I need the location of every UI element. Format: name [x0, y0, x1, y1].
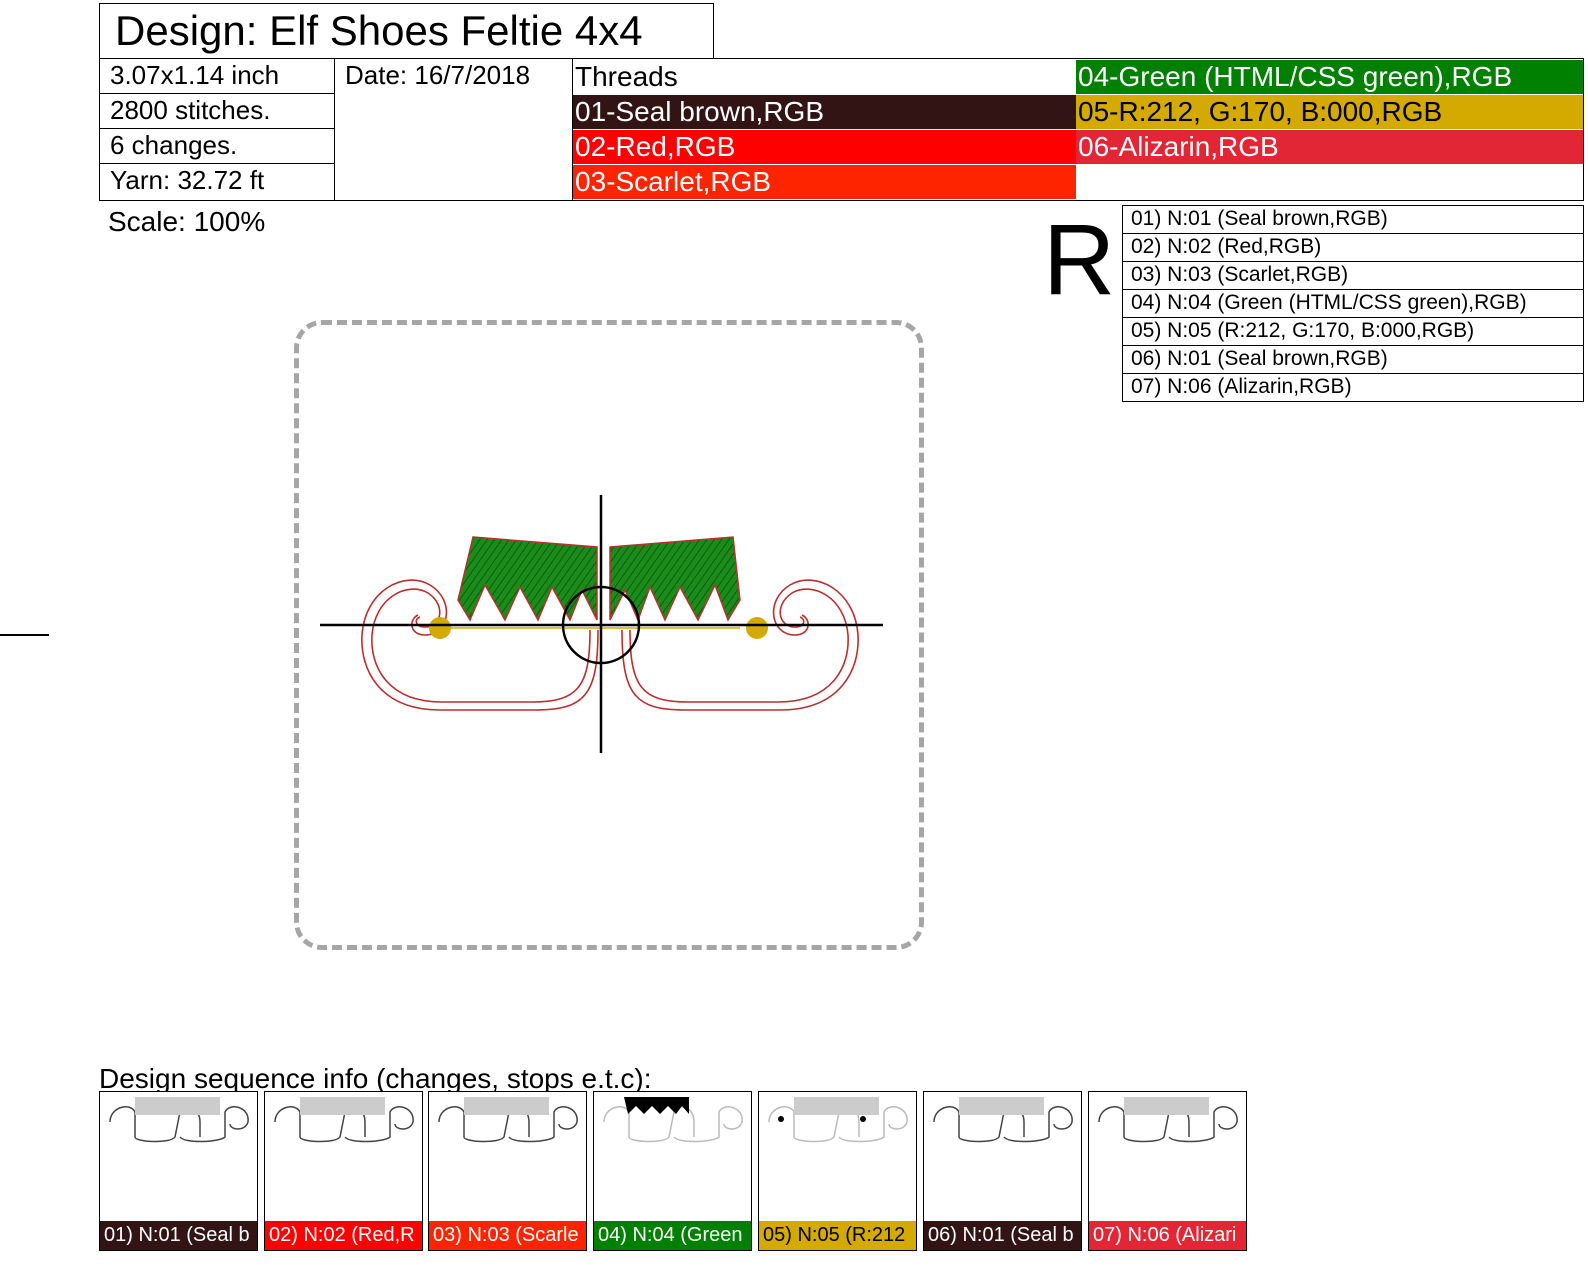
step-preview	[274, 1097, 414, 1143]
scale-label: Scale: 100%	[108, 206, 266, 237]
sequence-item: 07) N:06 (Alizarin,RGB)	[1122, 373, 1584, 402]
thumbnail-label: 06) N:01 (Seal b	[924, 1221, 1081, 1250]
left-margin-mark	[0, 634, 49, 636]
left-bell	[429, 617, 451, 639]
thread-swatch-04: 04-Green (HTML/CSS green),RGB	[1076, 60, 1583, 94]
step-preview	[109, 1097, 249, 1143]
color-changes: 6 changes.	[99, 128, 335, 164]
thumbnail-label: 04) N:04 (Green	[594, 1221, 751, 1250]
design-date: Date: 16/7/2018	[334, 58, 573, 201]
thumbnail-label: 02) N:02 (Red,R	[265, 1221, 422, 1250]
sequence-item: 06) N:01 (Seal brown,RGB)	[1122, 345, 1584, 374]
right-bell	[746, 617, 768, 639]
step-thumbnail: 06) N:01 (Seal b	[923, 1091, 1082, 1251]
thumbnail-label: 03) N:03 (Scarle	[429, 1221, 586, 1250]
sequence-item: 02) N:02 (Red,RGB)	[1122, 233, 1584, 262]
step-thumbnail: 05) N:05 (R:212	[758, 1091, 917, 1251]
thumbnail-label: 01) N:01 (Seal b	[100, 1221, 257, 1250]
thread-swatch-05: 05-R:212, G:170, B:000,RGB	[1076, 95, 1583, 129]
thread-swatch-06: 06-Alizarin,RGB	[1076, 130, 1583, 164]
design-title: Design: Elf Shoes Feltie 4x4	[99, 3, 714, 59]
step-preview	[768, 1097, 908, 1143]
rotation-mark: R	[1043, 204, 1116, 316]
step-preview	[603, 1097, 743, 1143]
thumbnail-label: 05) N:05 (R:212	[759, 1221, 916, 1250]
step-thumbnail: 02) N:02 (Red,R	[264, 1091, 423, 1251]
thread-swatch-03: 03-Scarlet,RGB	[573, 165, 1076, 199]
threads-label: Threads	[575, 61, 678, 92]
right-cuff	[609, 536, 741, 623]
step-thumbnail: 01) N:01 (Seal b	[99, 1091, 258, 1251]
sequence-item: 01) N:01 (Seal brown,RGB)	[1122, 205, 1584, 234]
step-thumbnail: 04) N:04 (Green	[593, 1091, 752, 1251]
design-size: 3.07x1.14 inch	[99, 58, 335, 94]
step-preview	[1098, 1097, 1238, 1143]
yarn-length: Yarn: 32.72 ft	[99, 163, 335, 201]
left-cuff	[457, 536, 598, 622]
sequence-item: 04) N:04 (Green (HTML/CSS green),RGB)	[1122, 289, 1584, 318]
thread-swatch-02: 02-Red,RGB	[573, 130, 1076, 164]
thumbnail-label: 07) N:06 (Alizari	[1089, 1221, 1246, 1250]
step-thumbnail: 03) N:03 (Scarle	[428, 1091, 587, 1251]
sequence-item: 05) N:05 (R:212, G:170, B:000,RGB)	[1122, 317, 1584, 346]
thread-swatch-01: 01-Seal brown,RGB	[573, 95, 1076, 129]
step-preview	[933, 1097, 1073, 1143]
sequence-item: 03) N:03 (Scarlet,RGB)	[1122, 261, 1584, 290]
step-thumbnail: 07) N:06 (Alizari	[1088, 1091, 1247, 1251]
stitch-count: 2800 stitches.	[99, 93, 335, 129]
design-preview	[320, 495, 883, 753]
step-preview	[438, 1097, 578, 1143]
sequence-list: 01) N:01 (Seal brown,RGB) 02) N:02 (Red,…	[1122, 205, 1584, 402]
